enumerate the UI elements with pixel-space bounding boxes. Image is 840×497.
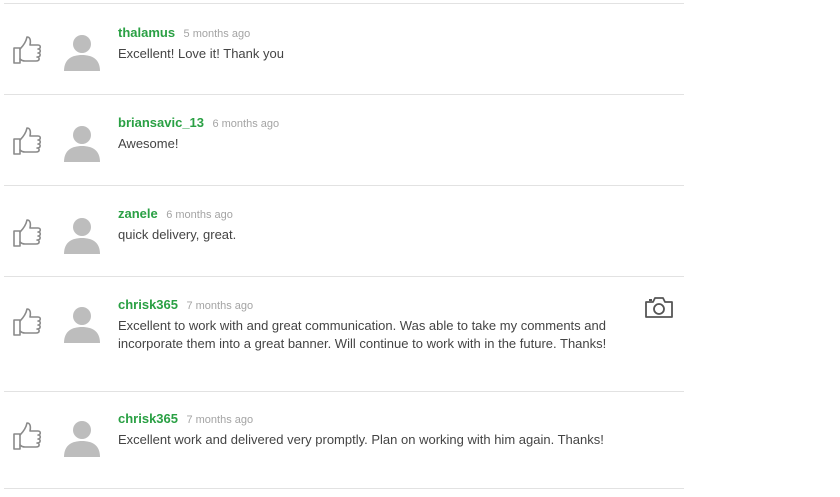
camera-icon[interactable] (644, 295, 674, 319)
review-username[interactable]: chrisk365 (118, 297, 178, 312)
avatar-icon (64, 307, 100, 343)
review-text: Excellent! Love it! Thank you (118, 46, 284, 61)
review-text: Awesome! (118, 136, 179, 151)
review-item: chrisk365 7 months ago Excellent to work… (4, 277, 684, 392)
review-item: briansavic_13 6 months ago Awesome! (4, 95, 684, 186)
review-text: Excellent to work with and great communi… (118, 318, 607, 351)
review-text: quick delivery, great. (118, 227, 237, 242)
thumbs-up-icon[interactable] (10, 124, 44, 158)
review-content: briansavic_13 6 months ago Awesome! (118, 115, 620, 153)
review-username[interactable]: zanele (118, 206, 158, 221)
avatar-icon (64, 126, 100, 162)
reviews-list: thalamus 5 months ago Excellent! Love it… (4, 3, 684, 489)
thumbs-up-icon[interactable] (10, 419, 44, 453)
thumbs-up-icon[interactable] (10, 33, 44, 67)
review-content: zanele 6 months ago quick delivery, grea… (118, 206, 620, 244)
review-time: 6 months ago (212, 118, 280, 130)
review-time: 5 months ago (183, 28, 251, 40)
avatar-icon (64, 218, 100, 254)
review-username[interactable]: thalamus (118, 25, 175, 40)
review-content: chrisk365 7 months ago Excellent work an… (118, 411, 620, 449)
review-item: thalamus 5 months ago Excellent! Love it… (4, 4, 684, 95)
avatar-icon (64, 421, 100, 457)
avatar-icon (64, 35, 100, 71)
review-item: zanele 6 months ago quick delivery, grea… (4, 186, 684, 277)
review-username[interactable]: chrisk365 (118, 411, 178, 426)
thumbs-up-icon[interactable] (10, 305, 44, 339)
review-content: thalamus 5 months ago Excellent! Love it… (118, 25, 620, 63)
review-username[interactable]: briansavic_13 (118, 115, 204, 130)
review-time: 6 months ago (166, 209, 233, 221)
review-time: 7 months ago (186, 414, 254, 426)
review-content: chrisk365 7 months ago Excellent to work… (118, 297, 620, 353)
review-text: Excellent work and delivered very prompt… (118, 432, 604, 447)
review-item: chrisk365 7 months ago Excellent work an… (4, 392, 684, 489)
thumbs-up-icon[interactable] (10, 216, 44, 250)
review-time: 7 months ago (186, 300, 254, 312)
